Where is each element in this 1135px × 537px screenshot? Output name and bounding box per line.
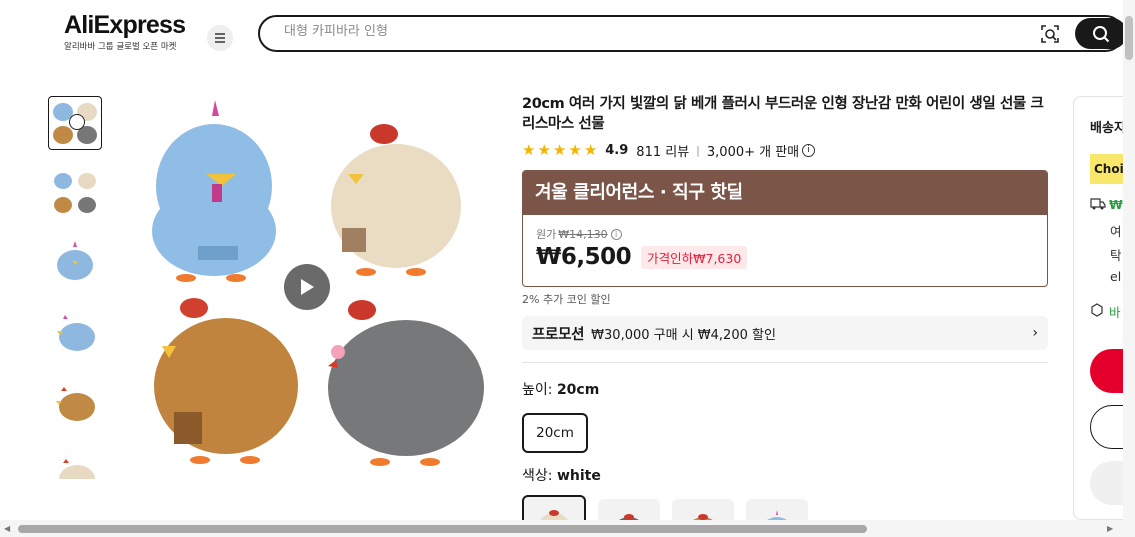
- thumbnail-image: [59, 459, 95, 479]
- discount-badge: 가격인하₩7,630: [641, 245, 748, 269]
- play-icon: [301, 279, 314, 295]
- star-icon: ★: [583, 140, 598, 159]
- size-option-20cm[interactable]: 20cm: [522, 413, 588, 453]
- divider: [522, 362, 1048, 363]
- image-search-icon[interactable]: [1040, 24, 1060, 44]
- sale-price: ₩6,500: [536, 244, 632, 270]
- deal-banner: 겨울 클리어런스 · 직구 핫딜: [523, 171, 1047, 215]
- hamburger-icon: [215, 33, 225, 43]
- size-label: 높이: 20cm: [522, 379, 1048, 399]
- thumbnail-item[interactable]: [48, 166, 102, 220]
- thumbnail-item[interactable]: [48, 446, 102, 479]
- product-title: 20cm 여러 가지 빛깔의 닭 베개 플러시 부드러운 인형 장난감 만화 어…: [522, 96, 1044, 132]
- price-row: ₩6,500 가격인하₩7,630: [536, 244, 1047, 270]
- thumbnail-video[interactable]: [48, 96, 102, 150]
- play-icon: [69, 114, 85, 130]
- star-icon: ★: [552, 140, 567, 159]
- star-rating[interactable]: ★ ★ ★ ★ ★: [522, 140, 598, 159]
- deal-box: 겨울 클리어런스 · 직구 핫딜 원가 ₩14,130 i ₩6,500 가격인…: [522, 170, 1048, 287]
- size-selected-value: 20cm: [556, 382, 600, 398]
- promotion-row[interactable]: 프로모션 ₩30,000 구매 시 ₩4,200 할인 ›: [522, 316, 1048, 350]
- sold-count: 3,000+ 개 판매: [706, 144, 800, 160]
- menu-button[interactable]: [207, 25, 233, 51]
- size-label-text: 높이:: [522, 382, 557, 398]
- coin-discount: 2% 추가 코인 할인: [522, 293, 611, 306]
- thumbnail-image: [56, 387, 95, 421]
- search-icon: [1093, 25, 1110, 42]
- scroll-left-arrow-icon[interactable]: ◀: [4, 524, 10, 533]
- logo-subtitle: 알리바바 그룹 글로벌 오픈 마켓: [64, 42, 177, 52]
- aliexpress-logo[interactable]: AliExpress 알리바바 그룹 글로벌 오픈 마켓: [64, 11, 194, 52]
- search-button[interactable]: [1075, 18, 1127, 49]
- vertical-scrollbar[interactable]: [1123, 0, 1135, 520]
- play-video-button[interactable]: [284, 264, 330, 310]
- product-page: AliExpress 알리바바 그룹 글로벌 오픈 마켓 대형 카피바라 인형 …: [0, 0, 1135, 537]
- shipping-detail: 여: [1110, 224, 1122, 239]
- thumbnail-image: [57, 241, 93, 280]
- thumbnail-item[interactable]: [48, 306, 102, 360]
- horizontal-scroll-thumb[interactable]: [18, 525, 867, 533]
- color-label: 색상: white: [522, 465, 1048, 485]
- original-price-row: 원가 ₩14,130 i: [536, 226, 1047, 242]
- product-info: 20cm 여러 가지 빛깔의 닭 베개 플러시 부드러운 인형 장난감 만화 어…: [522, 94, 1048, 535]
- shipping-title: 배송지: [1090, 121, 1126, 136]
- thumbnail-image: [54, 173, 96, 213]
- vertical-scroll-thumb[interactable]: [1125, 16, 1133, 60]
- info-icon[interactable]: i: [802, 143, 816, 157]
- color-label-text: 색상:: [522, 468, 557, 484]
- star-icon: ★: [522, 140, 536, 159]
- star-icon: ★: [537, 140, 551, 159]
- search-input[interactable]: [284, 24, 984, 39]
- promotion-text: ₩30,000 구매 시 ₩4,200 할인: [591, 327, 776, 343]
- review-count[interactable]: 811 리뷰: [636, 141, 689, 160]
- original-price-label: 원가: [536, 228, 557, 241]
- info-icon[interactable]: i: [610, 228, 622, 240]
- thumbnail-item[interactable]: [48, 236, 102, 290]
- shield-icon: [1091, 303, 1103, 317]
- separator: |: [696, 143, 700, 157]
- color-selected-value: white: [556, 468, 601, 484]
- shipping-detail: 탁: [1110, 248, 1122, 263]
- promotion-tag: 프로모션: [532, 326, 585, 343]
- thumbnail-list: [48, 96, 102, 479]
- scroll-right-arrow-icon[interactable]: ▶: [1107, 524, 1113, 533]
- star-icon: ★: [568, 140, 582, 159]
- rating-score: 4.9: [605, 142, 629, 158]
- thumbnail-item[interactable]: [48, 376, 102, 430]
- horizontal-scrollbar[interactable]: ◀ ▶: [0, 520, 1135, 537]
- shipping-detail: el: [1110, 269, 1122, 284]
- rating-row: ★ ★ ★ ★ ★ 4.9 811 리뷰 | 3,000+ 개 판매 i: [522, 140, 1048, 160]
- original-price: ₩14,130: [558, 227, 608, 241]
- truck-icon: [1090, 198, 1106, 210]
- chevron-right-icon: ›: [1032, 325, 1038, 341]
- guarantee-text: 바: [1109, 305, 1121, 320]
- thumbnail-image: [57, 315, 95, 351]
- shipping-fee: ₩: [1109, 197, 1123, 212]
- logo-text: AliExpress: [64, 11, 186, 39]
- search-bar: [258, 15, 1127, 52]
